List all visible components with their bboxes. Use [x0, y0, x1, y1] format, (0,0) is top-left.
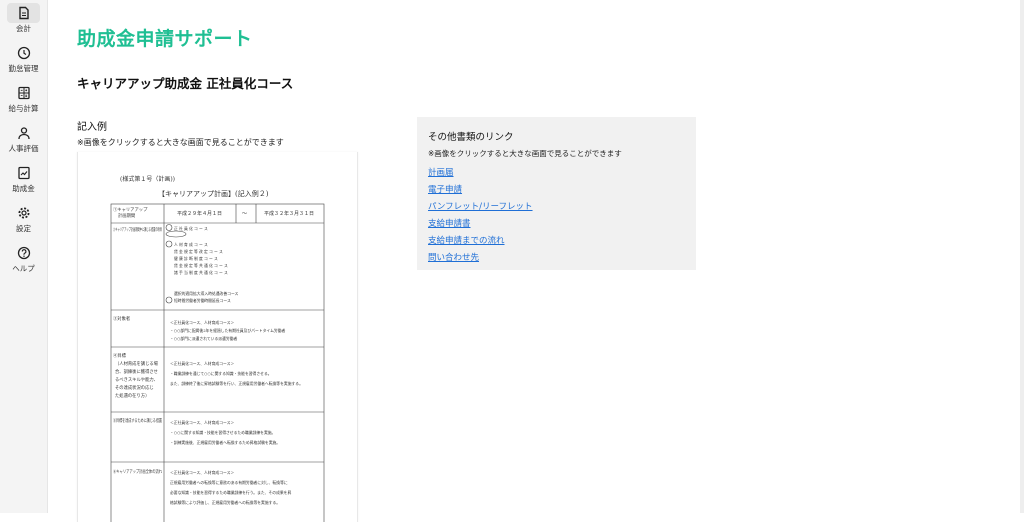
doc-row6-line: 必要な知識・技能を習得するため職業訓練を行う。また、その成果を昇: [170, 490, 291, 495]
doc-row1-label-b: 計画期間: [118, 212, 135, 219]
doc-row2-item: 諸 手 当 制 度 共 通 化 コ ー ス: [174, 270, 228, 275]
doc-row2-item: 賃 金 規 定 等 改 定 コ ー ス: [174, 249, 223, 254]
doc-row4-sub: 合、訓練後に獲得させ: [115, 368, 158, 375]
document-icon: [18, 6, 29, 20]
link-application-flow[interactable]: 支給申請までの流れ: [428, 234, 505, 246]
sidebar-item-help[interactable]: ヘルプ: [0, 246, 47, 274]
doc-row5-label: ⑤目標を達成するために講じる措置: [113, 417, 163, 424]
gear-icon: [18, 207, 29, 219]
doc-row5-line: ・○○に関する知識・技能を習得させるため職業訓練を実施。: [170, 430, 275, 435]
doc-row2-label: ②キャリアアップ計画期間中に講じる措置の項目: [113, 226, 162, 233]
doc-row6-label: ⑥キャリアアップ計画全体の流れ: [113, 468, 163, 475]
links-title: その他書類のリンク: [428, 132, 514, 143]
doc-heading: 【キャリアアップ計画】(記入例２): [158, 189, 269, 198]
doc-row6-line: 格試験等により評価し、正規雇用労働者への転換等を実施する。: [170, 500, 280, 505]
doc-row4-sub: るべきスキルや能力、: [115, 376, 158, 383]
doc-row2-item: 短時間労働者労働時間延長コース: [174, 298, 231, 303]
link-electronic-application[interactable]: 電子申請: [428, 183, 462, 195]
link-plan-notification[interactable]: 計画届: [428, 166, 454, 178]
doc-row3-line: ＜正社員化コース、人材育成コース＞: [170, 320, 234, 325]
clock-icon: [17, 46, 30, 60]
grant-icon: [17, 166, 30, 180]
doc-row6-line: 正規雇用労働者への転換等に意欲のある有期労働者に対し、転換等に: [170, 480, 288, 485]
sidebar-item-attendance[interactable]: 勤怠管理: [0, 46, 47, 74]
doc-row4-line: ＜正社員化コース、人材育成コース＞: [170, 361, 234, 366]
doc-row4-label: ④目標: [113, 352, 127, 359]
doc-row3-line: ・○○部門に配属後2年を経過した有期社員及びパートタイム労働者: [170, 328, 285, 333]
sidebar-item-label: 助成金: [12, 184, 35, 193]
doc-date-sep: 〜: [242, 211, 247, 217]
example-document-image[interactable]: (様式第１号（計画)) 【キャリアアップ計画】(記入例２) ①キャリアアップ 計…: [77, 152, 358, 522]
doc-row4-sub: その達成状況の応じ: [115, 384, 154, 391]
link-payment-application[interactable]: 支給申請書: [428, 217, 471, 229]
doc-row6-line: ＜正社員化コース、人材育成コース＞: [170, 470, 234, 475]
doc-row5-line: ＜正社員化コース、人材育成コース＞: [170, 420, 234, 425]
help-icon: [17, 246, 30, 260]
sidebar-item-settings[interactable]: 設定: [0, 206, 47, 234]
sidebar-item-label: 給与計算: [8, 104, 39, 113]
doc-row2-item: 賃 金 規 定 等 共 通 化 コ ー ス: [174, 263, 228, 268]
example-section-label: 記入例: [77, 122, 107, 133]
doc-form-no: (様式第１号（計画)): [120, 175, 175, 183]
sidebar-item-label: 人事評価: [8, 144, 39, 153]
person-icon: [17, 127, 30, 140]
sidebar-item-label: 会計: [16, 24, 31, 33]
link-contact[interactable]: 問い合わせ先: [428, 251, 479, 263]
doc-row5-line: ・訓練実施後、正規雇用労働者へ転換するため昇格試験を実施。: [170, 440, 280, 445]
link-pamphlet[interactable]: パンフレット/リーフレット: [428, 200, 533, 212]
sidebar-item-evaluation[interactable]: 人事評価: [0, 126, 47, 154]
doc-row3-label: ③対象者: [113, 315, 131, 322]
doc-row4-line: また、訓練終了後に昇格試験等を行い、正規雇用労働者へ転換等を実施する。: [170, 381, 303, 386]
doc-row2-item: 正 社 員 化 コ ー ス: [174, 226, 208, 231]
doc-date-from: 平成２９年４月１日: [177, 210, 222, 217]
sidebar-item-accounting[interactable]: 会計: [0, 3, 47, 34]
sidebar-item-label: 設定: [16, 224, 31, 233]
doc-row4-line: ・職業訓練を通じて○○に関する知識・技能を習得させる。: [170, 371, 272, 376]
doc-row2-item: 人 材 育 成 コ ー ス: [174, 242, 208, 247]
links-note: ※画像をクリックすると大きな画面で見ることができます: [428, 149, 622, 158]
doc-row2-item: 選択的適用拡大導入時処遇改善コース: [174, 291, 239, 296]
sidebar-item-payroll[interactable]: 給与計算: [0, 86, 47, 114]
page-title: 助成金申請サポート: [77, 28, 253, 50]
doc-row4-sub: （人材育成を講じる場: [115, 360, 159, 367]
doc-row2-item: 健 康 診 断 制 度 コ ー ス: [174, 256, 218, 261]
other-documents-panel: その他書類のリンク ※画像をクリックすると大きな画面で見ることができます 計画届…: [417, 117, 696, 270]
calculator-icon: [17, 86, 30, 100]
sidebar-item-label: ヘルプ: [12, 264, 35, 273]
sidebar: 会計 勤怠管理 給与計算 人事評価 助成金 設定 ヘルプ: [0, 0, 48, 513]
course-title: キャリアアップ助成金 正社員化コース: [77, 76, 294, 91]
doc-row1-label-a: ①キャリアアップ: [113, 206, 148, 213]
doc-row3-line: ・○○部門に派遣されている派遣労働者: [170, 336, 237, 341]
doc-row4-sub: た処遇の在り方）: [115, 392, 149, 399]
sidebar-item-label: 勤怠管理: [8, 64, 39, 73]
doc-date-to: 平成３２年３月３１日: [264, 210, 314, 217]
window-edge: [1020, 0, 1024, 513]
sidebar-item-grants[interactable]: 助成金: [0, 166, 47, 194]
click-note: ※画像をクリックすると大きな画面で見ることができます: [77, 138, 284, 147]
